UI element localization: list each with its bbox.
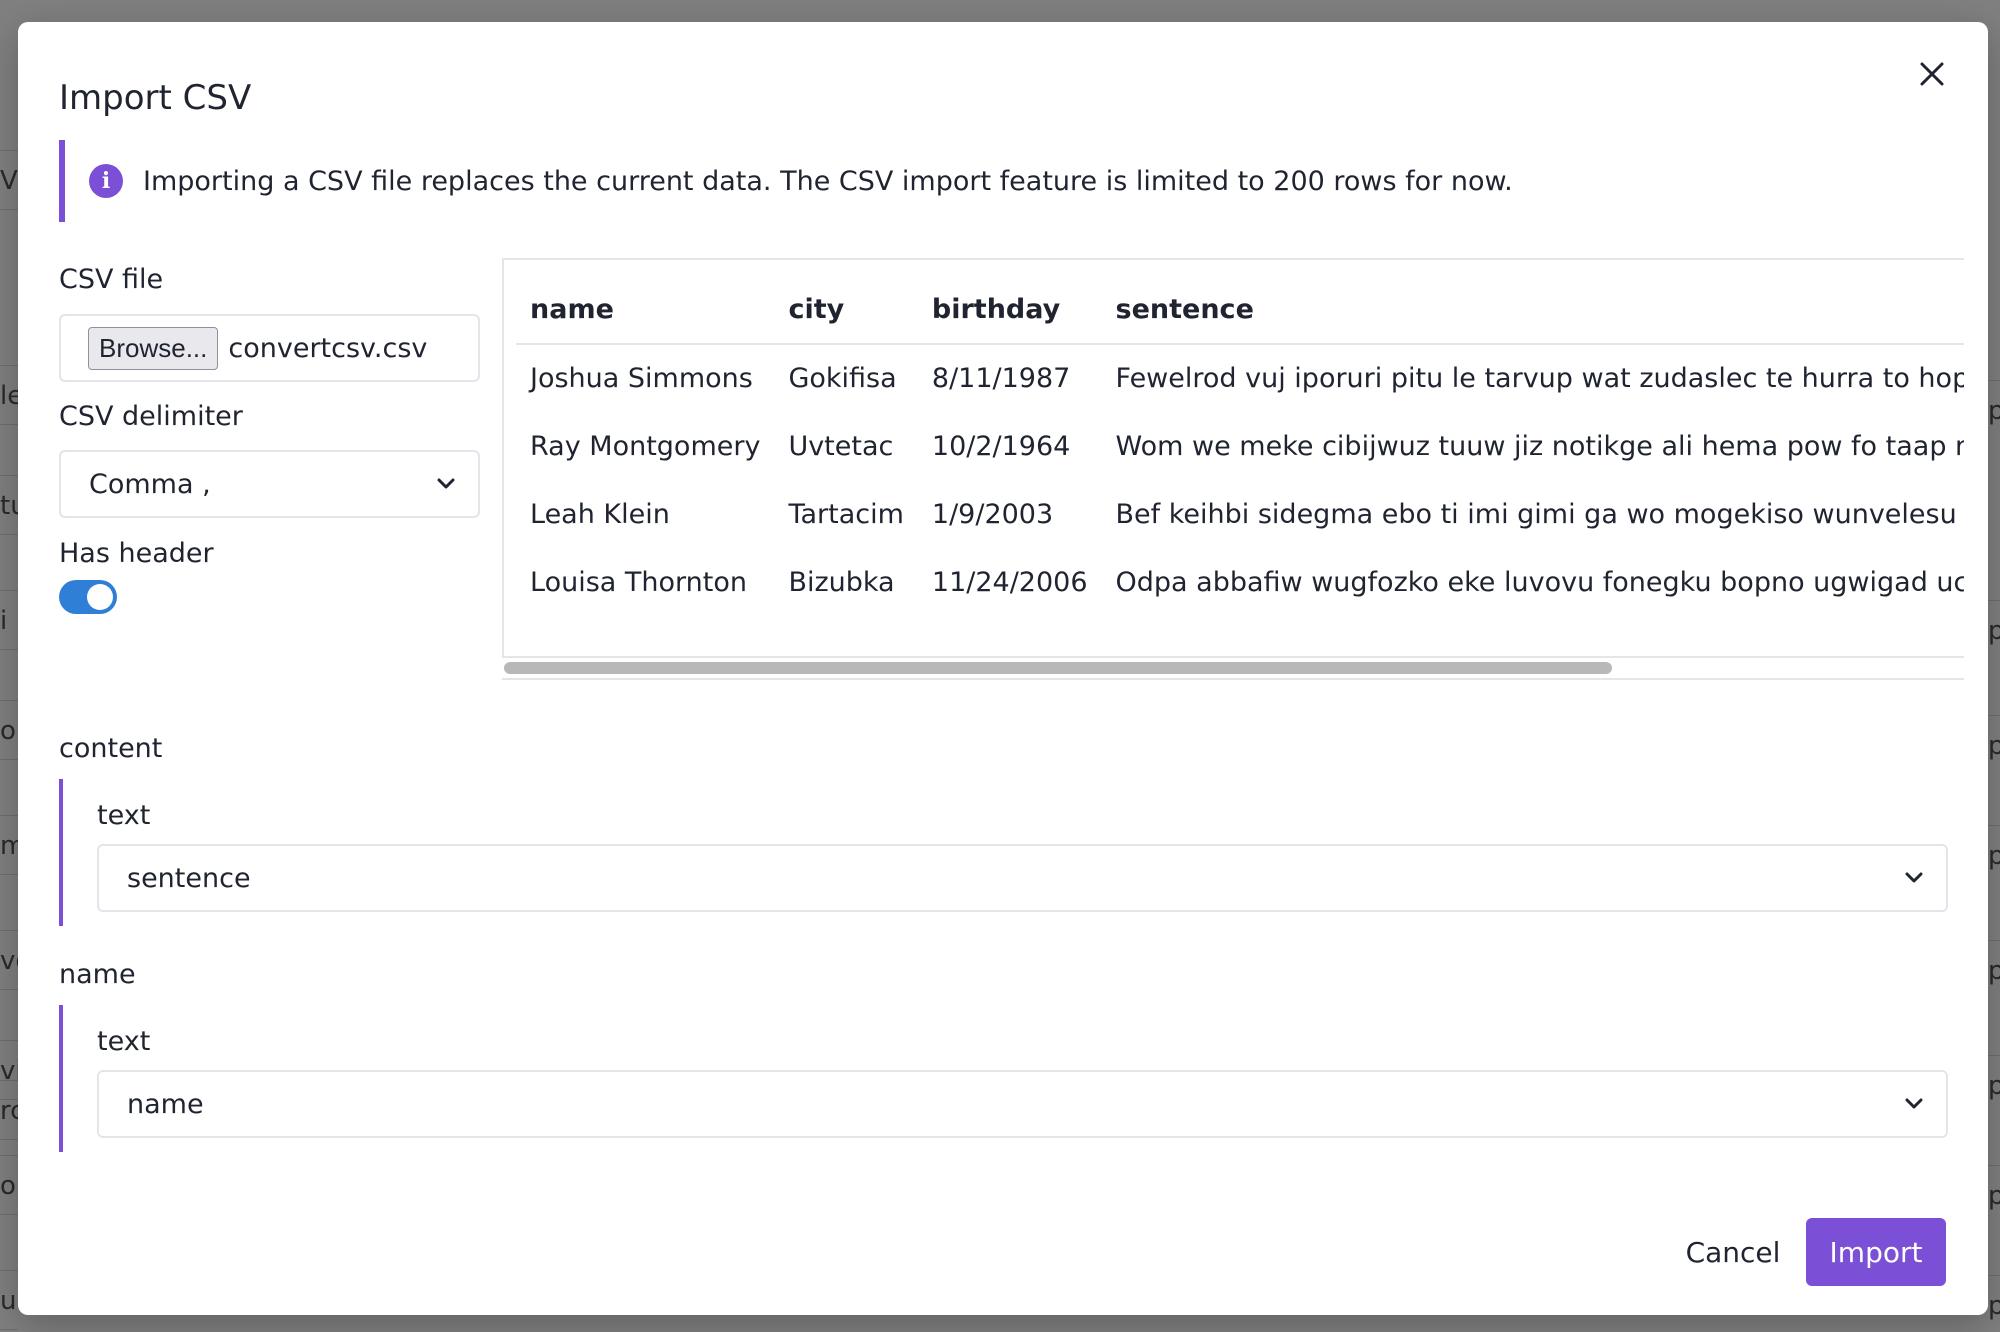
toggle-knob — [87, 584, 113, 610]
table-row: Leah Klein Tartacim 1/9/2003 Bef keihbi … — [516, 480, 1964, 548]
selected-column: sentence — [127, 862, 251, 894]
cell: Joshua Simmons — [530, 363, 753, 394]
cell: Odpa abbafiw wugfozko eke luvovu fonegku… — [1115, 566, 1964, 598]
close-button[interactable] — [1910, 52, 1954, 96]
mapping-field-label-content: content — [59, 733, 163, 764]
bg-fragment: p — [1988, 1055, 2000, 1115]
cell: 10/2/1964 — [931, 430, 1071, 462]
info-text: Importing a CSV file replaces the curren… — [143, 165, 1513, 197]
cancel-button[interactable]: Cancel — [1673, 1218, 1793, 1286]
csv-file-label: CSV file — [59, 264, 164, 295]
import-button[interactable]: Import — [1806, 1218, 1946, 1286]
bg-fragment: vo — [0, 930, 18, 990]
bg-fragment: p — [1988, 1165, 2000, 1225]
cell: Gokifisa — [788, 363, 897, 394]
bg-fragment: ob — [0, 1155, 18, 1215]
csv-delimiter-label: CSV delimiter — [59, 401, 243, 432]
bg-fragment: p — [1988, 715, 2000, 775]
bg-fragment: p — [1988, 825, 2000, 885]
browse-button[interactable]: Browse... — [88, 326, 219, 370]
cell: Wom we meke cibijwuz tuuw jiz notikge al… — [1115, 430, 1964, 462]
cell: 11/24/2006 — [931, 566, 1088, 598]
table-row: Ray Montgomery Uvtetac 10/2/1964 Wom we … — [516, 412, 1964, 480]
horizontal-scrollbar[interactable] — [502, 658, 1964, 680]
mapping-type-label: text — [97, 1026, 151, 1057]
mapping-type-label: text — [97, 800, 151, 831]
bg-fragment: p — [1988, 380, 2000, 440]
import-csv-dialog: Import CSV i Importing a CSV file replac… — [18, 22, 1988, 1315]
cell: 8/11/1987 — [931, 363, 1071, 394]
bg-fragment: m — [0, 815, 18, 875]
column-header-name: name — [516, 276, 775, 345]
cell: Bef keihbi sidegma ebo ti imi gimi ga wo… — [1115, 498, 1964, 530]
column-header-sentence: sentence — [1101, 276, 1964, 345]
dialog-title: Import CSV — [59, 78, 252, 118]
column-header-birthday: birthday — [917, 276, 1102, 345]
cell: Leah Klein — [530, 498, 670, 530]
bg-fragment: u — [0, 1270, 18, 1330]
cell: Uvtetac — [788, 430, 894, 462]
name-column-select[interactable]: name — [97, 1070, 1948, 1138]
cell: Ray Montgomery — [530, 430, 761, 462]
cell: Louisa Thornton — [530, 566, 747, 598]
bg-fragment: i i — [0, 590, 18, 650]
csv-file-input[interactable]: Browse... convertcsv.csv — [59, 314, 480, 382]
has-header-label: Has header — [59, 538, 214, 569]
mapping-group-name: text name — [59, 1005, 1948, 1152]
bg-fragment: p — [1988, 1275, 2000, 1332]
info-icon: i — [89, 164, 123, 198]
cell: Tartacim — [788, 498, 904, 530]
delimiter-value: Comma , — [89, 468, 211, 500]
selected-column: name — [127, 1088, 204, 1120]
chevron-down-icon — [437, 478, 455, 489]
bg-fragment: o e — [0, 700, 18, 760]
cell: Fewelrod vuj iporuri pitu le tarvup wat … — [1115, 363, 1964, 394]
csv-preview-table: name city birthday sentence Joshua Simmo… — [502, 258, 1964, 658]
table-row: Joshua Simmons Gokifisa 8/11/1987 Fewelr… — [516, 344, 1964, 412]
info-callout: i Importing a CSV file replaces the curr… — [59, 140, 1964, 222]
bg-fragment: p — [1988, 600, 2000, 660]
close-icon — [1920, 62, 1944, 86]
cell: Bizubka — [788, 566, 895, 598]
bg-fragment: V — [0, 150, 18, 210]
scrollbar-thumb[interactable] — [504, 662, 1612, 674]
table-row: Louisa Thornton Bizubka 11/24/2006 Odpa … — [516, 548, 1964, 616]
column-header-city: city — [774, 276, 918, 345]
chevron-down-icon — [1905, 1098, 1923, 1109]
file-name: convertcsv.csv — [228, 332, 428, 364]
delimiter-select[interactable]: Comma , — [59, 450, 480, 518]
bg-fragment: tu — [0, 475, 18, 535]
chevron-down-icon — [1905, 872, 1923, 883]
content-column-select[interactable]: sentence — [97, 844, 1948, 912]
mapping-group-content: text sentence — [59, 779, 1948, 926]
cell: 1/9/2003 — [931, 498, 1054, 530]
mapping-field-label-name: name — [59, 959, 136, 990]
has-header-toggle[interactable] — [59, 580, 117, 614]
bg-fragment: p — [1988, 940, 2000, 1000]
bg-fragment: rc — [0, 1080, 18, 1140]
bg-fragment: le — [0, 365, 18, 425]
